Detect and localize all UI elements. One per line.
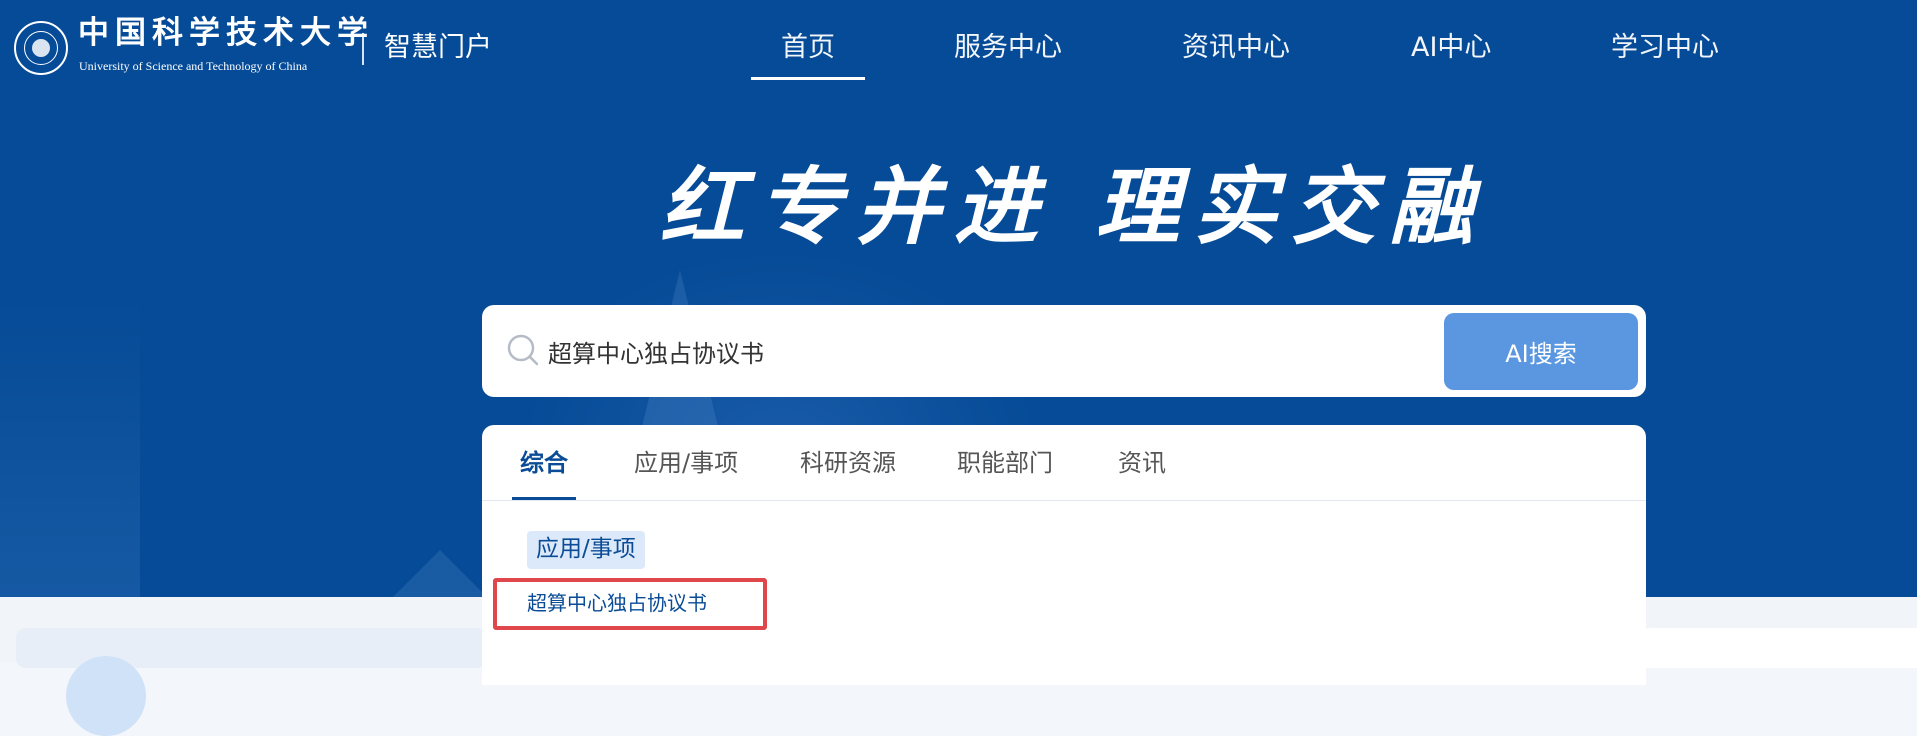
search-input[interactable]	[548, 331, 1348, 371]
search-bar: AI搜索	[482, 305, 1646, 397]
tab-news[interactable]: 资讯	[1118, 449, 1166, 478]
nav-news-center[interactable]: 资讯中心	[1182, 32, 1290, 64]
nav-study-center[interactable]: 学习中心	[1611, 32, 1719, 64]
tab-apps-items[interactable]: 应用/事项	[634, 449, 738, 478]
logo-divider	[362, 33, 364, 65]
ai-search-button[interactable]: AI搜索	[1444, 313, 1638, 390]
result-category-label: 应用/事项	[527, 531, 645, 569]
result-highlight-box	[493, 578, 767, 630]
university-name-en[interactable]: University of Science and Technology of …	[79, 60, 307, 72]
hero-building-decoration	[0, 300, 140, 597]
nav-home[interactable]: 首页	[781, 32, 835, 64]
seal-core	[32, 39, 50, 57]
nav-active-indicator	[751, 77, 865, 80]
content-card-right	[1640, 628, 1917, 668]
portal-title[interactable]: 智慧门户	[384, 32, 492, 64]
nav-ai-center[interactable]: AI中心	[1411, 32, 1491, 64]
university-seal-icon[interactable]	[14, 21, 68, 75]
tab-departments[interactable]: 职能部门	[957, 449, 1053, 478]
search-results-panel: 综合 应用/事项 科研资源 职能部门 资讯 应用/事项 超算中心独占协议书	[482, 425, 1646, 685]
hero-slogan: 红专并进 理实交融	[660, 157, 1488, 256]
results-tab-bar: 综合 应用/事项 科研资源 职能部门 资讯	[482, 425, 1646, 501]
search-icon	[507, 334, 539, 366]
tab-research-resources[interactable]: 科研资源	[800, 449, 896, 478]
top-header: 中国科学技术大学 University of Science and Techn…	[0, 0, 1917, 100]
tab-all[interactable]: 综合	[520, 449, 568, 478]
university-name-cn[interactable]: 中国科学技术大学	[78, 18, 374, 49]
content-card-left	[16, 628, 486, 736]
nav-service-center[interactable]: 服务中心	[954, 32, 1062, 64]
card-avatar-decoration	[66, 656, 146, 736]
tab-active-indicator	[512, 497, 576, 500]
